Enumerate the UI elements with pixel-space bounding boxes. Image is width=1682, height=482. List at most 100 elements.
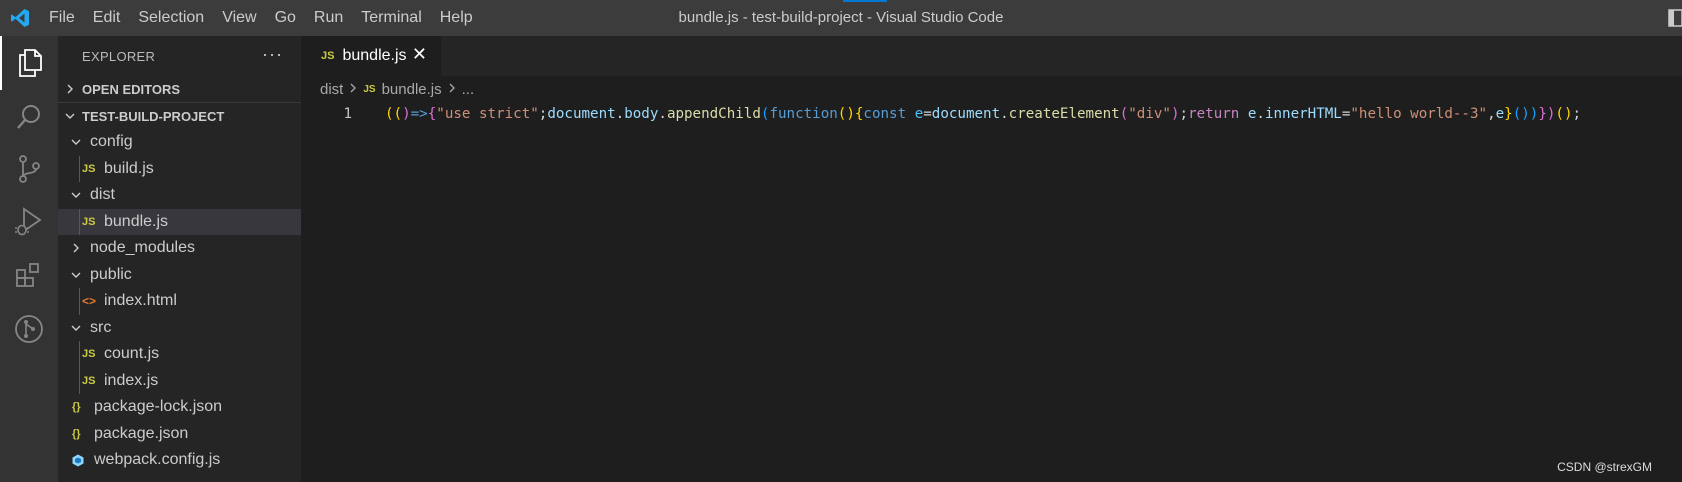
close-icon[interactable]: ✕: [412, 44, 427, 65]
tree-item-label: package-lock.json: [94, 398, 223, 416]
js-file-icon: JS: [82, 215, 96, 228]
tree-file[interactable]: {} package-lock.json: [58, 394, 301, 421]
html-file-icon: <>: [82, 294, 97, 309]
code-token: "hello world--3": [1350, 106, 1488, 122]
tree-file[interactable]: JS count.js: [58, 341, 301, 368]
explorer-sidebar: EXPLORER ··· OPEN EDITORS TEST-BUILD-PRO…: [58, 36, 301, 482]
tab-bundle-js[interactable]: JS bundle.js ✕: [301, 36, 441, 76]
code-token: "use strict": [436, 106, 539, 122]
chevron-down-icon: [66, 270, 86, 280]
menu-file[interactable]: File: [40, 0, 84, 36]
extensions-icon[interactable]: [0, 248, 58, 302]
tree-file[interactable]: JS bundle.js: [58, 208, 301, 235]
tree-folder[interactable]: node_modules: [58, 235, 301, 262]
project-section[interactable]: TEST-BUILD-PROJECT: [58, 102, 301, 129]
code-token: ,: [1487, 106, 1496, 122]
json-file-icon: {}: [72, 427, 81, 440]
code-token: (): [1555, 106, 1573, 122]
code-token: e: [1495, 106, 1505, 122]
webpack-file-icon: [72, 454, 94, 467]
source-control-icon[interactable]: [0, 142, 58, 196]
breadcrumb-folder[interactable]: dist: [320, 81, 343, 98]
tree-item-label: node_modules: [90, 239, 195, 257]
code-token: .: [1256, 106, 1265, 122]
chevron-down-icon: [66, 323, 86, 333]
tab-bar: JS bundle.js ✕: [301, 36, 1682, 76]
layout-toggle-icon[interactable]: [1668, 9, 1682, 27]
code-token: (){: [837, 106, 864, 122]
code-token: e: [914, 106, 924, 122]
project-label: TEST-BUILD-PROJECT: [82, 108, 225, 124]
chevron-right-icon: [349, 82, 357, 96]
code-token: function: [769, 106, 838, 122]
chevron-down-icon: [66, 137, 86, 147]
tree-file[interactable]: JS build.js: [58, 155, 301, 182]
code-token: {: [427, 106, 437, 122]
menu-edit[interactable]: Edit: [84, 0, 130, 36]
breadcrumb-more[interactable]: ...: [462, 81, 475, 98]
code-token: .: [615, 106, 625, 122]
menu-help[interactable]: Help: [431, 0, 482, 36]
menu-view[interactable]: View: [213, 0, 265, 36]
run-debug-icon[interactable]: [0, 194, 58, 248]
breadcrumb: dist JS bundle.js ...: [301, 76, 1682, 102]
search-icon[interactable]: [0, 90, 58, 144]
menu-run[interactable]: Run: [305, 0, 352, 36]
tree-item-label: bundle.js: [104, 212, 169, 230]
tree-file[interactable]: webpack.config.js: [58, 447, 301, 474]
js-file-icon: JS: [82, 348, 96, 361]
git-graph-icon[interactable]: [0, 302, 58, 356]
tree-file[interactable]: {} package.json: [58, 421, 301, 448]
files-icon[interactable]: [0, 36, 58, 90]
tree-file[interactable]: <> index.html: [58, 288, 301, 315]
indent-guide: [79, 367, 80, 394]
explorer-title: EXPLORER: [82, 48, 156, 64]
code-token: (: [1119, 106, 1129, 122]
code-content[interactable]: (()=>{"use strict";document.body.appendC…: [385, 106, 1581, 122]
indent-guide: [79, 208, 80, 235]
tree-item-label: index.html: [104, 292, 177, 310]
code-token: appendChild: [666, 106, 761, 122]
more-actions-icon[interactable]: ···: [262, 44, 283, 65]
tree-item-label: public: [90, 265, 132, 283]
title-bar: File Edit Selection View Go Run Terminal…: [0, 0, 1682, 36]
tab-label: bundle.js: [342, 47, 407, 64]
code-token: =>: [410, 106, 428, 122]
tree-item-label: webpack.config.js: [94, 451, 221, 469]
tree-item-label: src: [90, 318, 112, 336]
tree-item-label: package.json: [94, 424, 189, 442]
code-line[interactable]: 1 (()=>{"use strict";document.body.appen…: [301, 102, 1682, 126]
js-file-icon: JS: [363, 83, 376, 95]
code-token: createElement: [1008, 106, 1120, 122]
chevron-down-icon: [66, 190, 86, 200]
tree-item-label: index.js: [104, 371, 159, 389]
menu-terminal[interactable]: Terminal: [352, 0, 430, 36]
open-editors-section[interactable]: OPEN EDITORS: [58, 76, 301, 102]
breadcrumb-file[interactable]: bundle.js: [382, 81, 442, 98]
code-token: document: [931, 106, 1001, 122]
code-token: ): [1170, 106, 1180, 122]
chevron-right-icon: [448, 82, 456, 96]
tree-folder[interactable]: src: [58, 315, 301, 342]
indent-guide: [79, 155, 80, 182]
code-token: "div": [1128, 106, 1171, 122]
js-file-icon: JS: [82, 374, 96, 387]
js-file-icon: JS: [321, 50, 335, 62]
title-accent-line: [843, 0, 887, 2]
menu-go[interactable]: Go: [266, 0, 305, 36]
file-tree: config JS build.js dist JS bundle.js node_modu…: [58, 129, 301, 474]
tree-folder[interactable]: dist: [58, 182, 301, 209]
code-token: innerHTML: [1264, 106, 1342, 122]
tree-item-label: config: [90, 133, 133, 151]
code-token: ((: [385, 106, 403, 122]
indent-guide: [79, 341, 80, 368]
watermark: CSDN @strexGM: [1557, 460, 1652, 474]
tree-folder[interactable]: config: [58, 129, 301, 156]
tree-folder[interactable]: public: [58, 262, 301, 289]
code-token: .: [1000, 106, 1009, 122]
menu-selection[interactable]: Selection: [129, 0, 213, 36]
code-token: body: [624, 106, 659, 122]
code-token: =: [923, 106, 932, 122]
tree-file[interactable]: JS index.js: [58, 367, 301, 394]
